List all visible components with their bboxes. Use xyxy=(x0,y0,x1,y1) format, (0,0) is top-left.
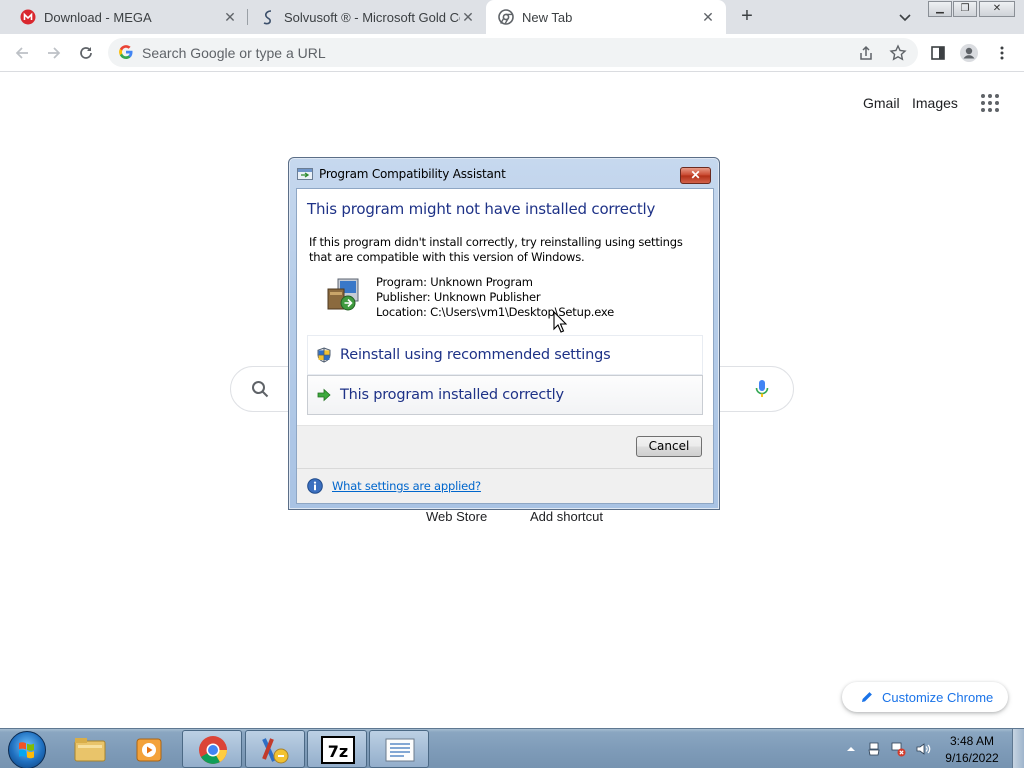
minimize-icon[interactable]: ▁ xyxy=(928,1,952,17)
google-apps-icon[interactable] xyxy=(980,93,1000,113)
uac-shield-icon xyxy=(316,347,332,363)
setup-installer-icon[interactable] xyxy=(245,730,305,768)
program-location: Location: C:\Users\vm1\Desktop\Setup.exe xyxy=(376,305,615,319)
tab-title: Solvusoft ® - Microsoft Gold Certified xyxy=(284,9,460,25)
shortcut-add-shortcut[interactable]: Add shortcut xyxy=(530,509,603,524)
forward-icon[interactable] xyxy=(42,41,66,65)
taskbar: 7z 3:48 AM 9/16/2022 xyxy=(0,728,1024,768)
search-icon xyxy=(251,380,269,401)
window-close-icon[interactable]: ✕ xyxy=(979,1,1015,17)
chrome-icon xyxy=(498,9,514,25)
mouse-pointer-icon xyxy=(553,310,568,333)
reinstall-recommended-option[interactable]: Reinstall using recommended settings xyxy=(307,335,703,375)
network-disconnected-icon[interactable] xyxy=(890,741,906,757)
browser-toolbar: Search Google or type a URL xyxy=(0,34,1024,72)
dialog-help-area: What settings are applied? xyxy=(297,469,713,503)
installer-icon xyxy=(326,277,362,313)
notepad-icon[interactable] xyxy=(369,730,429,768)
chrome-icon[interactable] xyxy=(182,730,242,768)
mega-icon xyxy=(20,9,36,25)
tab-title: Download - MEGA xyxy=(44,9,152,25)
gmail-link[interactable]: Gmail xyxy=(863,95,900,111)
customize-chrome-button[interactable]: Customize Chrome xyxy=(842,682,1008,712)
solvusoft-icon xyxy=(260,9,276,25)
share-icon[interactable] xyxy=(857,44,875,62)
tab-strip: Download - MEGA ✕ Solvusoft ® - Microsof… xyxy=(0,0,1024,34)
dialog-titlebar: Program Compatibility Assistant xyxy=(297,167,506,181)
tab-mega[interactable]: Download - MEGA ✕ xyxy=(0,0,248,34)
pencil-icon xyxy=(860,690,874,704)
omnibox-placeholder: Search Google or type a URL xyxy=(142,45,326,61)
tab-title: New Tab xyxy=(522,9,573,25)
bookmark-star-icon[interactable] xyxy=(889,44,907,62)
dialog-title: Program Compatibility Assistant xyxy=(319,167,506,181)
installed-correctly-option[interactable]: This program installed correctly xyxy=(307,375,703,415)
show-hidden-icons-icon[interactable] xyxy=(843,741,859,757)
cancel-button[interactable]: Cancel xyxy=(636,436,702,457)
google-g-icon xyxy=(118,44,134,63)
dialog-button-area: Cancel xyxy=(297,426,713,468)
7zip-icon[interactable]: 7z xyxy=(307,730,367,768)
program-publisher: Publisher: Unknown Publisher xyxy=(376,290,541,304)
compatibility-dialog: Program Compatibility Assistant ✕ This p… xyxy=(288,157,720,510)
tab-solvusoft[interactable]: Solvusoft ® - Microsoft Gold Certified ✕ xyxy=(248,0,486,34)
side-panel-icon[interactable] xyxy=(926,41,950,65)
dialog-description: If this program didn't install correctly… xyxy=(309,235,683,264)
dialog-heading: This program might not have installed co… xyxy=(307,200,656,218)
info-icon xyxy=(307,478,323,494)
show-desktop-button[interactable] xyxy=(1012,729,1024,768)
chevron-down-icon[interactable] xyxy=(896,8,914,26)
clock-date[interactable]: 9/16/2022 xyxy=(937,751,1007,765)
images-link[interactable]: Images xyxy=(912,95,958,111)
restore-icon[interactable]: ❐ xyxy=(953,1,977,17)
windows-logo-icon xyxy=(19,742,34,759)
start-button[interactable] xyxy=(8,731,46,768)
media-player-icon[interactable] xyxy=(120,730,180,768)
close-icon[interactable]: ✕ xyxy=(460,9,476,25)
installed-correctly-label: This program installed correctly xyxy=(340,387,564,403)
green-arrow-icon xyxy=(316,387,332,403)
program-name: Program: Unknown Program xyxy=(376,275,533,289)
dialog-body: This program might not have installed co… xyxy=(296,188,714,504)
new-tab-icon[interactable]: + xyxy=(736,6,758,28)
action-center-icon[interactable] xyxy=(866,741,882,757)
volume-icon[interactable] xyxy=(915,741,931,757)
customize-chrome-label: Customize Chrome xyxy=(882,689,994,705)
close-icon[interactable]: ✕ xyxy=(700,9,716,25)
program-info: Program: Unknown Program Publisher: Unkn… xyxy=(376,275,614,320)
close-icon[interactable]: ✕ xyxy=(222,9,238,25)
voice-search-icon[interactable] xyxy=(755,379,769,402)
compatibility-assistant-icon xyxy=(297,168,313,180)
clock-time[interactable]: 3:48 AM xyxy=(937,734,1007,748)
reload-icon[interactable] xyxy=(74,41,98,65)
tab-new-tab[interactable]: New Tab ✕ xyxy=(486,0,726,34)
profile-avatar-icon[interactable] xyxy=(957,41,981,65)
dialog-close-button[interactable]: ✕ xyxy=(680,167,711,184)
back-icon[interactable] xyxy=(10,41,34,65)
menu-kebab-icon[interactable] xyxy=(990,41,1014,65)
reinstall-option-label: Reinstall using recommended settings xyxy=(340,347,611,363)
what-settings-link[interactable]: What settings are applied? xyxy=(332,479,481,493)
shortcut-web-store[interactable]: Web Store xyxy=(426,509,487,524)
windows-explorer-icon[interactable] xyxy=(60,730,120,768)
omnibox[interactable]: Search Google or type a URL xyxy=(108,38,918,67)
svg-text:7z: 7z xyxy=(328,742,348,761)
